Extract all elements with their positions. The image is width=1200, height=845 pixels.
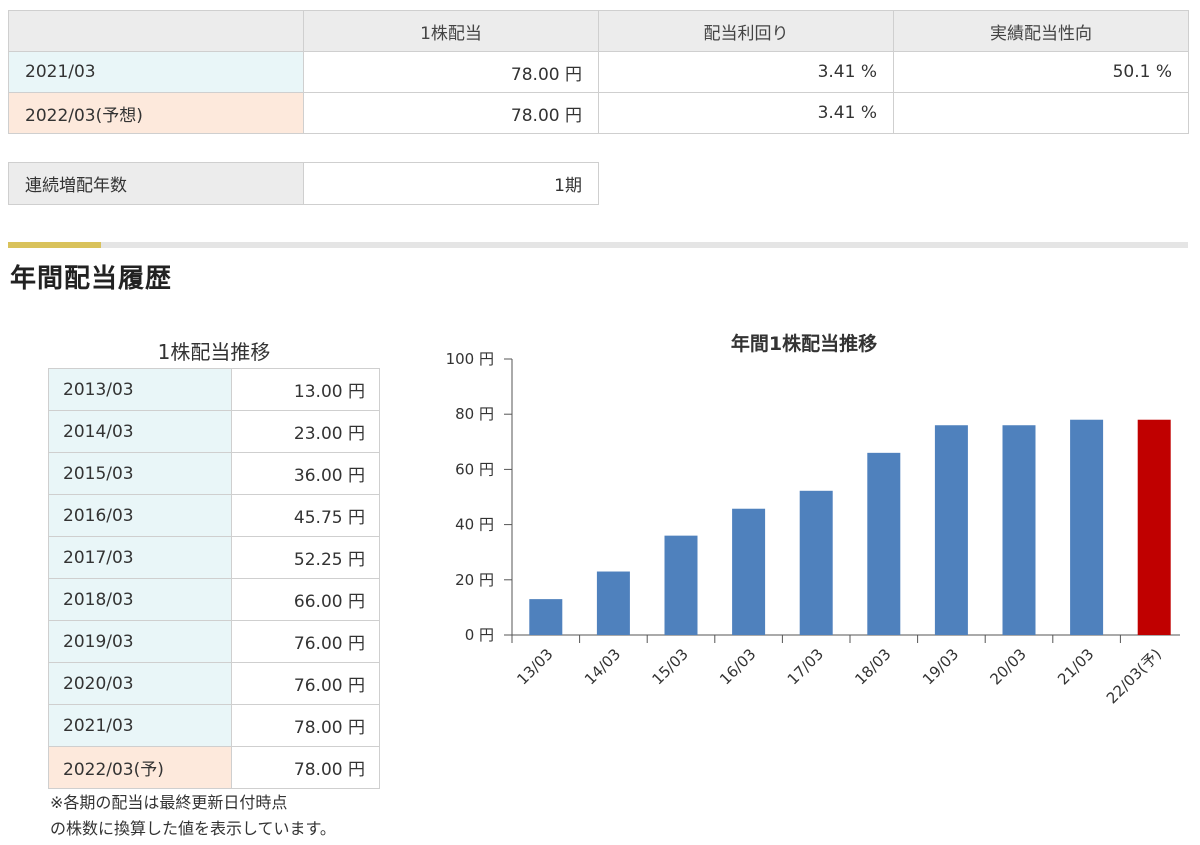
section-divider bbox=[8, 242, 1188, 248]
history-value: 45.75 円 bbox=[231, 494, 380, 537]
history-value: 36.00 円 bbox=[231, 452, 380, 495]
dividend-bar-chart: 年間1株配当推移 0 円 20 円 40 円 60 円 80 円 100 円 13/03 14… bbox=[446, 332, 1180, 707]
bar bbox=[1002, 425, 1036, 635]
bar bbox=[596, 571, 630, 635]
history-period: 2019/03 bbox=[48, 620, 232, 663]
history-note-line: ※各期の配当は最終更新日付時点 bbox=[50, 793, 288, 812]
y-tick-label: 100 円 bbox=[446, 350, 494, 368]
history-value: 76.00 円 bbox=[231, 662, 380, 705]
chart-title: 年間1株配当推移 bbox=[731, 332, 877, 355]
y-tick-label: 40 円 bbox=[455, 516, 494, 534]
x-tick-label: 20/03 bbox=[987, 645, 1030, 688]
history-note: ※各期の配当は最終更新日付時点 の株数に換算した値を表示しています。 bbox=[50, 790, 336, 842]
x-tick-label: 21/03 bbox=[1054, 645, 1097, 688]
bar bbox=[799, 490, 833, 635]
y-tick-label: 60 円 bbox=[455, 460, 494, 478]
summary-dividend: 78.00 円 bbox=[303, 51, 599, 93]
bar bbox=[934, 425, 968, 635]
summary-header-row: 1株配当 配当利回り 実績配当性向 bbox=[8, 10, 1189, 52]
streak-label: 連続増配年数 bbox=[8, 162, 304, 205]
history-value: 52.25 円 bbox=[231, 536, 380, 579]
history-period: 2022/03(予) bbox=[48, 746, 232, 789]
x-tick-label: 13/03 bbox=[513, 645, 556, 688]
history-table: 2013/03 13.00 円 2014/03 23.00 円 2015/03 36.00… bbox=[48, 368, 380, 789]
bar bbox=[732, 508, 766, 635]
x-tick-label: 22/03(予) bbox=[1103, 645, 1165, 707]
history-period: 2020/03 bbox=[48, 662, 232, 705]
x-tick-label: 14/03 bbox=[581, 645, 624, 688]
history-period: 2021/03 bbox=[48, 704, 232, 747]
history-row: 2013/03 13.00 円 bbox=[48, 368, 380, 411]
history-value: 76.00 円 bbox=[231, 620, 380, 663]
history-period: 2014/03 bbox=[48, 410, 232, 453]
history-value: 66.00 円 bbox=[231, 578, 380, 621]
x-tick-label: 17/03 bbox=[784, 645, 827, 688]
history-period: 2017/03 bbox=[48, 536, 232, 579]
streak-value: 1期 bbox=[303, 162, 599, 205]
bar bbox=[664, 535, 698, 635]
summary-header-empty bbox=[8, 10, 304, 52]
streak-table: 連続増配年数 1期 bbox=[8, 162, 599, 205]
bar bbox=[529, 599, 563, 635]
streak-row: 連続増配年数 1期 bbox=[8, 162, 599, 205]
chart-plot-area: 0 円 20 円 40 円 60 円 80 円 100 円 13/03 14/03 15/03 1… bbox=[446, 350, 1180, 707]
summary-header-payout: 実績配当性向 bbox=[893, 10, 1189, 52]
y-tick-label: 20 円 bbox=[455, 571, 494, 589]
summary-row-forecast: 2022/03(予想) 78.00 円 3.41 % bbox=[8, 92, 1189, 134]
history-value: 23.00 円 bbox=[231, 410, 380, 453]
summary-yield: 3.41 % bbox=[598, 51, 894, 93]
summary-header-dividend: 1株配当 bbox=[303, 10, 599, 52]
bar-forecast bbox=[1137, 419, 1171, 635]
summary-period: 2021/03 bbox=[8, 51, 304, 93]
history-row: 2019/03 76.00 円 bbox=[48, 620, 380, 663]
history-row: 2017/03 52.25 円 bbox=[48, 536, 380, 579]
summary-payout bbox=[893, 92, 1189, 134]
summary-table: 1株配当 配当利回り 実績配当性向 2021/03 78.00 円 3.41 %… bbox=[8, 10, 1189, 134]
history-value: 78.00 円 bbox=[231, 704, 380, 747]
history-caption: 1株配当推移 bbox=[157, 340, 271, 364]
summary-row-actual: 2021/03 78.00 円 3.41 % 50.1 % bbox=[8, 51, 1189, 93]
section-divider-accent bbox=[8, 242, 101, 248]
history-row: 2022/03(予) 78.00 円 bbox=[48, 746, 380, 789]
history-row: 2020/03 76.00 円 bbox=[48, 662, 380, 705]
x-tick-label: 19/03 bbox=[919, 645, 962, 688]
summary-yield: 3.41 % bbox=[598, 92, 894, 134]
history-row: 2018/03 66.00 円 bbox=[48, 578, 380, 621]
bar bbox=[1070, 419, 1104, 635]
history-note-line: の株数に換算した値を表示しています。 bbox=[50, 819, 336, 838]
history-value: 13.00 円 bbox=[231, 368, 380, 411]
y-tick-label: 80 円 bbox=[455, 405, 494, 423]
history-period: 2018/03 bbox=[48, 578, 232, 621]
summary-payout: 50.1 % bbox=[893, 51, 1189, 93]
history-period: 2015/03 bbox=[48, 452, 232, 495]
x-tick-label: 18/03 bbox=[851, 645, 894, 688]
bar bbox=[867, 452, 901, 635]
x-tick-label: 15/03 bbox=[649, 645, 692, 688]
history-period: 2013/03 bbox=[48, 368, 232, 411]
y-tick-label: 0 円 bbox=[465, 626, 494, 644]
x-tick-label: 16/03 bbox=[716, 645, 759, 688]
summary-period: 2022/03(予想) bbox=[8, 92, 304, 134]
history-row: 2021/03 78.00 円 bbox=[48, 704, 380, 747]
summary-header-yield: 配当利回り bbox=[598, 10, 894, 52]
history-row: 2015/03 36.00 円 bbox=[48, 452, 380, 495]
history-value: 78.00 円 bbox=[231, 746, 380, 789]
section-title: 年間配当履歴 bbox=[10, 264, 173, 294]
history-period: 2016/03 bbox=[48, 494, 232, 537]
summary-dividend: 78.00 円 bbox=[303, 92, 599, 134]
history-row: 2014/03 23.00 円 bbox=[48, 410, 380, 453]
history-row: 2016/03 45.75 円 bbox=[48, 494, 380, 537]
